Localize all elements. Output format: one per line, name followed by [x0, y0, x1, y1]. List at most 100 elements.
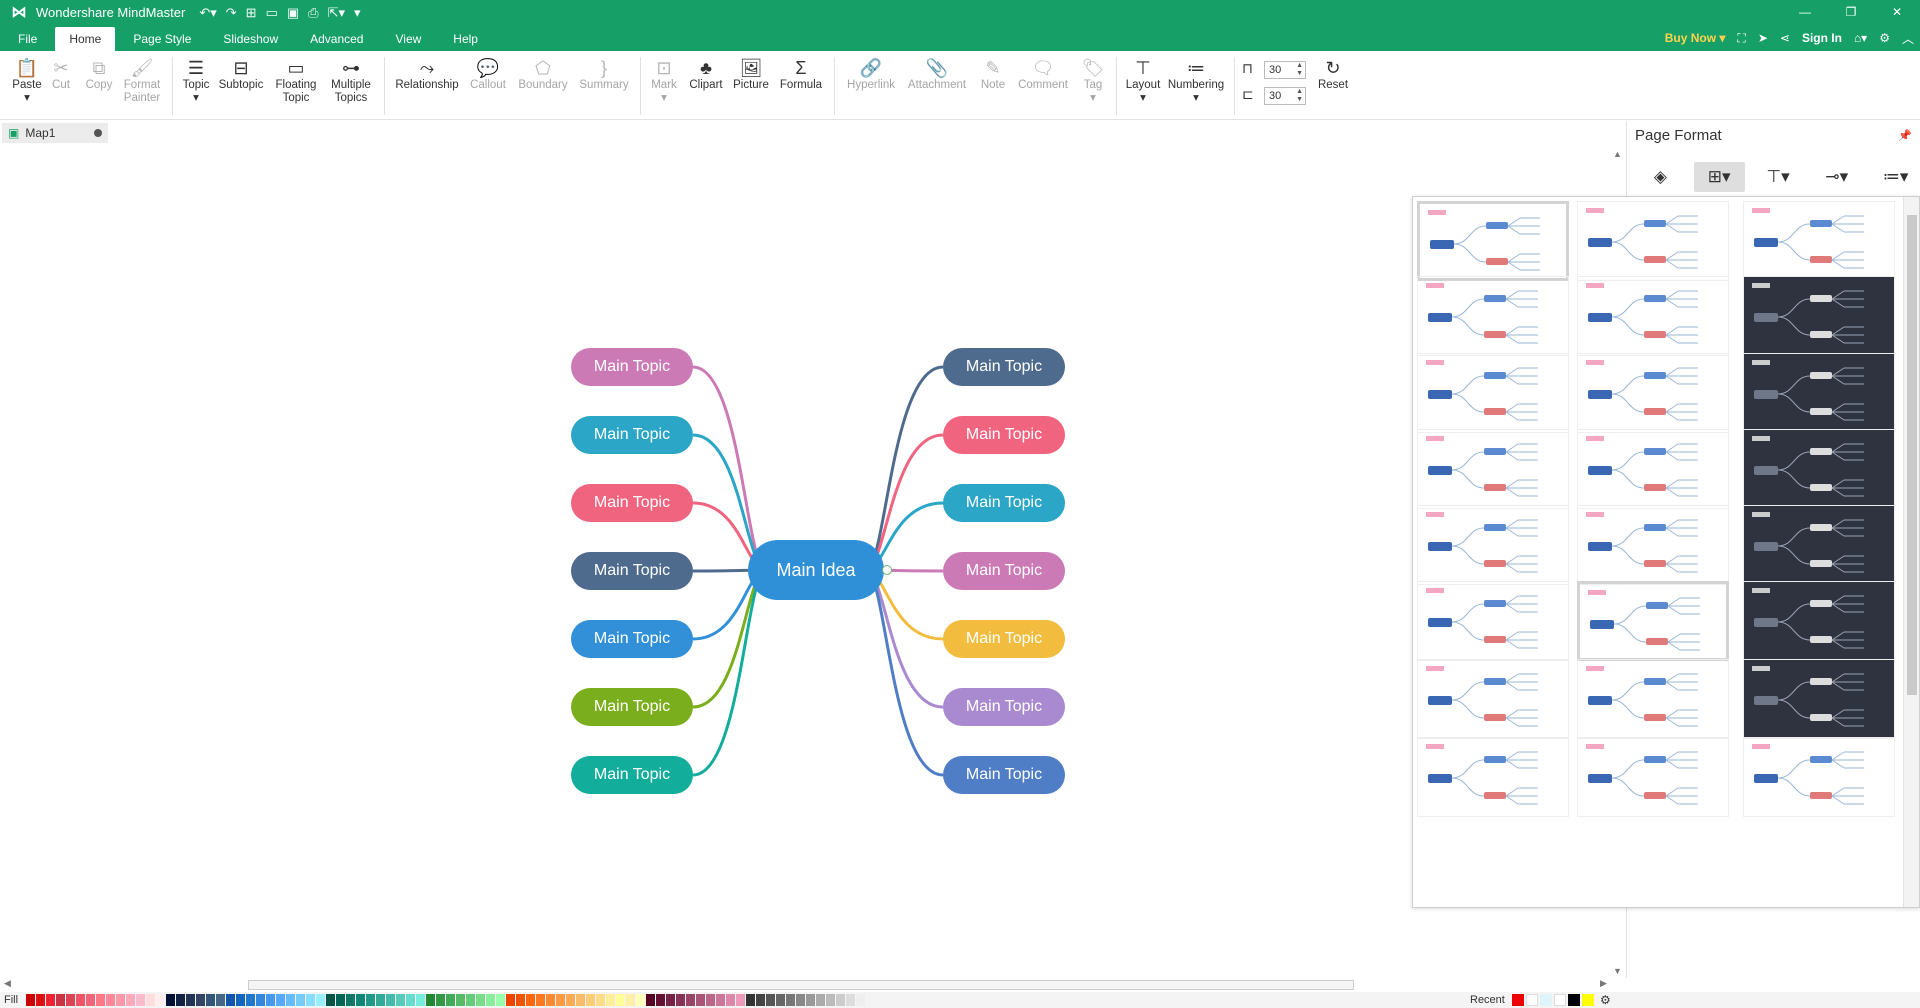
buy-now-button[interactable]: Buy Now ▾	[1665, 31, 1726, 45]
color-swatch[interactable]	[126, 994, 135, 1006]
color-swatch[interactable]	[536, 994, 545, 1006]
theme-thumbnail[interactable]	[1743, 276, 1895, 356]
relationship-button[interactable]: ⤳ Relationship	[392, 57, 462, 92]
theme-thumbnail[interactable]	[1743, 659, 1895, 739]
more-colors-icon[interactable]: ⚙	[1600, 993, 1611, 1007]
theme-thumbnail[interactable]	[1417, 659, 1569, 739]
theme-thumbnail[interactable]	[1417, 737, 1569, 817]
color-swatch[interactable]	[766, 994, 775, 1006]
main-topic-node[interactable]: Main Topic	[571, 620, 693, 658]
main-topic-node[interactable]: Main Topic	[943, 416, 1065, 454]
minimize-icon[interactable]: —	[1782, 0, 1828, 25]
theme-thumbnail[interactable]	[1577, 276, 1729, 356]
color-swatch[interactable]	[356, 994, 365, 1006]
color-swatch[interactable]	[316, 994, 325, 1006]
theme-thumbnail[interactable]	[1743, 201, 1895, 281]
theme-thumbnail[interactable]	[1417, 581, 1569, 661]
theme-thumbnail[interactable]	[1577, 201, 1729, 281]
theme-thumbnail[interactable]	[1417, 276, 1569, 356]
color-swatch[interactable]	[156, 994, 165, 1006]
color-swatch[interactable]	[206, 994, 215, 1006]
color-swatch[interactable]	[196, 994, 205, 1006]
recent-color-swatch[interactable]	[1512, 994, 1524, 1006]
callout-button[interactable]: 💬 Callout	[466, 57, 510, 92]
main-topic-node[interactable]: Main Topic	[943, 688, 1065, 726]
color-swatch[interactable]	[116, 994, 125, 1006]
color-swatch[interactable]	[386, 994, 395, 1006]
theme-gallery-icon[interactable]: ⊞▾	[1693, 162, 1745, 192]
scroll-up-icon[interactable]: ▲	[1613, 149, 1622, 159]
color-swatch[interactable]	[276, 994, 285, 1006]
connector-style-icon[interactable]: ⊸▾	[1811, 162, 1862, 192]
color-swatch[interactable]	[606, 994, 615, 1006]
clipart-button[interactable]: ♣ Clipart	[686, 57, 726, 92]
color-swatch[interactable]	[66, 994, 75, 1006]
color-swatch[interactable]	[186, 994, 195, 1006]
unsaved-indicator-icon[interactable]	[94, 129, 102, 137]
tab-help[interactable]: Help	[439, 27, 492, 51]
horizontal-spacing-input[interactable]: 30 ▲ ▼	[1264, 61, 1306, 79]
color-swatch[interactable]	[846, 994, 855, 1006]
collapse-toggle-icon[interactable]	[882, 565, 892, 575]
tab-advanced[interactable]: Advanced	[296, 27, 377, 51]
color-swatch[interactable]	[306, 994, 315, 1006]
color-swatch[interactable]	[46, 994, 55, 1006]
sign-in-button[interactable]: Sign In	[1802, 31, 1842, 45]
summary-button[interactable]: } Summary	[576, 57, 632, 92]
color-swatch[interactable]	[586, 994, 595, 1006]
theme-thumbnail[interactable]	[1417, 505, 1569, 585]
color-swatch[interactable]	[466, 994, 475, 1006]
theme-thumbnail[interactable]	[1743, 737, 1895, 817]
tab-page-style[interactable]: Page Style	[119, 27, 205, 51]
reset-button[interactable]: ↻ Reset	[1314, 57, 1352, 92]
formula-button[interactable]: Σ Formula	[778, 57, 824, 92]
close-icon[interactable]: ✕	[1874, 0, 1920, 25]
main-topic-node[interactable]: Main Topic	[943, 620, 1065, 658]
color-swatch[interactable]	[56, 994, 65, 1006]
color-swatch[interactable]	[176, 994, 185, 1006]
color-swatch[interactable]	[416, 994, 425, 1006]
layout-button[interactable]: ⊤ Layout ▾	[1122, 57, 1164, 105]
main-topic-node[interactable]: Main Topic	[943, 348, 1065, 386]
color-swatch[interactable]	[646, 994, 655, 1006]
color-swatch[interactable]	[596, 994, 605, 1006]
color-swatch[interactable]	[786, 994, 795, 1006]
color-swatch[interactable]	[296, 994, 305, 1006]
theme-thumbnail[interactable]	[1743, 581, 1895, 661]
theme-thumbnail[interactable]	[1577, 429, 1729, 509]
comment-button[interactable]: 🗨 Comment	[1014, 57, 1072, 92]
main-topic-node[interactable]: Main Topic	[571, 552, 693, 590]
color-swatch[interactable]	[436, 994, 445, 1006]
color-swatch[interactable]	[286, 994, 295, 1006]
new-icon[interactable]: ⊞	[246, 5, 257, 21]
color-swatch[interactable]	[36, 994, 45, 1006]
main-topic-node[interactable]: Main Topic	[571, 756, 693, 794]
recent-color-swatch[interactable]	[1526, 994, 1538, 1006]
vertical-spacing-input[interactable]: 30 ▲ ▼	[1264, 87, 1306, 105]
settings-icon[interactable]: ⚙	[1879, 31, 1890, 45]
main-topic-node[interactable]: Main Topic	[571, 416, 693, 454]
color-swatch[interactable]	[136, 994, 145, 1006]
color-swatch[interactable]	[486, 994, 495, 1006]
color-swatch[interactable]	[726, 994, 735, 1006]
color-swatch[interactable]	[96, 994, 105, 1006]
color-swatch[interactable]	[756, 994, 765, 1006]
boundary-button[interactable]: ⬠ Boundary	[514, 57, 572, 92]
color-swatch[interactable]	[816, 994, 825, 1006]
color-swatch[interactable]	[86, 994, 95, 1006]
color-swatch[interactable]	[166, 994, 175, 1006]
theme-thumbnail[interactable]	[1743, 353, 1895, 433]
color-swatch[interactable]	[856, 994, 865, 1006]
recent-color-swatch[interactable]	[1568, 994, 1580, 1006]
color-swatch[interactable]	[336, 994, 345, 1006]
main-topic-node[interactable]: Main Topic	[571, 348, 693, 386]
color-swatch[interactable]	[226, 994, 235, 1006]
color-swatch[interactable]	[676, 994, 685, 1006]
color-swatch[interactable]	[686, 994, 695, 1006]
color-swatch[interactable]	[796, 994, 805, 1006]
theme-thumbnail[interactable]	[1743, 505, 1895, 585]
theme-icon[interactable]: ⌂▾	[1854, 31, 1867, 45]
numbering-button[interactable]: ≔ Numbering ▾	[1164, 57, 1228, 105]
fill-style-icon[interactable]: ◈	[1635, 162, 1686, 192]
color-swatch[interactable]	[576, 994, 585, 1006]
